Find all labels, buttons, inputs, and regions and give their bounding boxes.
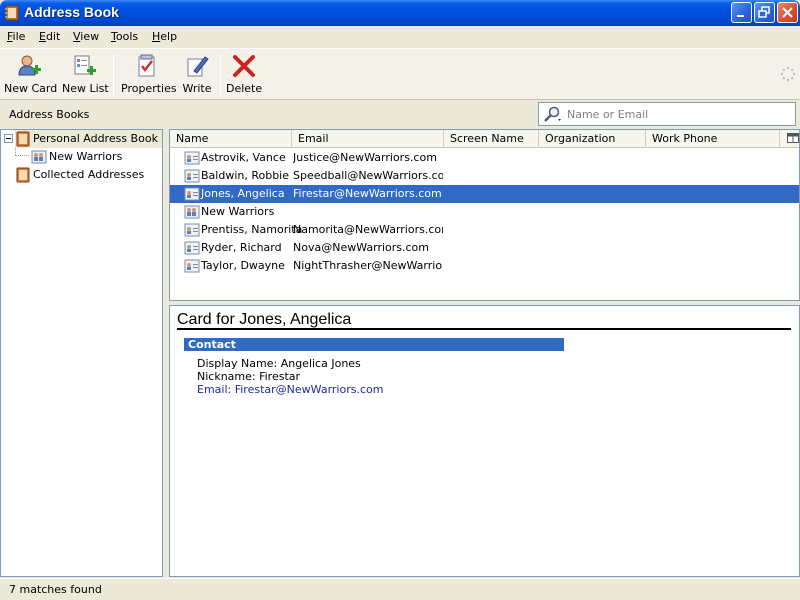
email-link[interactable]: Email: Firestar@NewWarriors.com (197, 383, 383, 396)
address-books-header: Address Books (0, 100, 800, 128)
table-header: Name Email Screen Name Organization Work… (170, 130, 799, 148)
toolbar: New Card New List Properties Write Delet… (0, 48, 800, 100)
table-row[interactable]: Astrovik, Vance Justice@NewWarriors.com (170, 149, 799, 167)
table-row[interactable]: Taylor, Dwayne NightThrasher@NewWarrior… (170, 257, 799, 275)
contact-card-icon (184, 151, 200, 165)
write-button[interactable]: Write (181, 53, 213, 97)
menu-view[interactable]: View (73, 30, 99, 43)
toolbar-separator (220, 55, 221, 97)
new-card-button[interactable]: New Card (4, 53, 57, 97)
column-header-email[interactable]: Email (292, 130, 444, 148)
properties-button[interactable]: Properties (121, 53, 177, 97)
contact-card-icon (184, 169, 200, 183)
column-header-work-phone[interactable]: Work Phone (646, 130, 780, 148)
toolbar-separator (113, 55, 114, 97)
menu-help[interactable]: Help (152, 30, 177, 43)
search-box[interactable] (538, 102, 796, 126)
column-header-organization[interactable]: Organization (539, 130, 646, 148)
search-input[interactable] (567, 106, 789, 122)
close-button[interactable] (777, 2, 798, 23)
tree-item-collected-addresses[interactable]: Collected Addresses (15, 166, 162, 184)
mailing-list-icon (31, 150, 47, 164)
column-picker-icon[interactable] (787, 133, 799, 145)
delete-button[interactable]: Delete (226, 53, 262, 97)
contact-card-icon (184, 187, 200, 201)
address-book-icon (5, 5, 19, 21)
tree-item-personal-address-book[interactable]: Personal Address Book (15, 130, 162, 148)
column-header-name[interactable]: Name (170, 130, 292, 148)
delete-icon (233, 55, 255, 77)
address-books-label: Address Books (9, 108, 90, 121)
title-bar: Address Book (0, 0, 800, 26)
contact-card-icon (184, 241, 200, 255)
menu-bar: File Edit View Tools Help (0, 26, 800, 48)
results-table: Name Email Screen Name Organization Work… (169, 129, 800, 301)
new-list-icon (74, 55, 96, 75)
table-row[interactable]: Prentiss, Namorita Namorita@NewWarriors.… (170, 221, 799, 239)
collapse-toggle[interactable] (4, 134, 13, 143)
mailing-list-icon (184, 205, 200, 219)
restore-icon (758, 6, 770, 18)
contact-card-icon (184, 259, 200, 273)
write-icon (187, 56, 209, 77)
menu-tools[interactable]: Tools (111, 30, 138, 43)
contact-card-icon (184, 223, 200, 237)
display-name: Display Name: Angelica Jones (197, 357, 361, 370)
minimize-icon (737, 15, 744, 17)
new-list-button[interactable]: New List (62, 53, 109, 97)
properties-icon (138, 54, 155, 77)
column-header-screen-name[interactable]: Screen Name (444, 130, 539, 148)
menu-file[interactable]: File (7, 30, 25, 43)
window-title: Address Book (24, 4, 119, 20)
address-book-icon (16, 167, 30, 183)
status-bar: 7 matches found (0, 578, 800, 600)
nickname: Nickname: Firestar (197, 370, 301, 383)
contact-card-view: Card for Jones, Angelica Contact Display… (169, 305, 800, 577)
table-row[interactable]: Ryder, Richard Nova@NewWarriors.com (170, 239, 799, 257)
table-row-selected[interactable]: Jones, Angelica Firestar@NewWarriors.com (170, 185, 799, 203)
address-book-tree: Personal Address Book New Warriors Colle… (0, 129, 163, 577)
minimize-button[interactable] (731, 2, 752, 23)
table-row[interactable]: New Warriors (170, 203, 799, 221)
search-icon[interactable] (542, 106, 564, 124)
restore-button[interactable] (754, 2, 775, 23)
card-title: Card for Jones, Angelica (177, 311, 791, 330)
activity-throbber-icon (780, 66, 796, 82)
close-icon (782, 7, 793, 18)
table-row[interactable]: Baldwin, Robbie Speedball@NewWarriors.co… (170, 167, 799, 185)
address-book-icon (16, 131, 30, 147)
status-text: 7 matches found (9, 583, 102, 596)
new-card-icon (18, 55, 41, 76)
menu-edit[interactable]: Edit (39, 30, 60, 43)
tree-item-new-warriors[interactable]: New Warriors (31, 148, 161, 166)
contact-section-header: Contact (184, 338, 564, 351)
